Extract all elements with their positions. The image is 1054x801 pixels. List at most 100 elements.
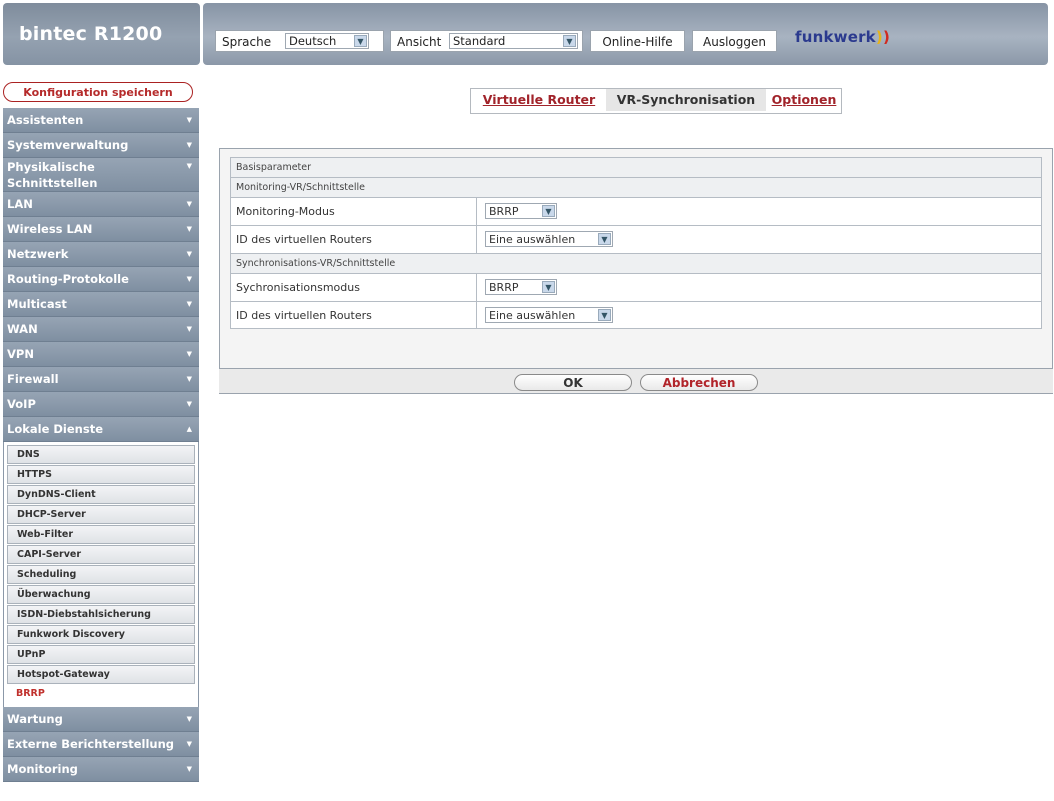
form-row: Sychronisationsmodus BRRP ▼ <box>230 273 1042 301</box>
sidebar-item-label: Netzwerk <box>7 247 69 261</box>
monitoring-router-id-label: ID des virtuellen Routers <box>236 233 372 246</box>
sidebar-item-multicast[interactable]: Multicast ▼ <box>3 292 199 317</box>
sidebar-subitem-ueberwachung[interactable]: Überwachung <box>7 585 195 604</box>
sidebar-item-systemverwaltung[interactable]: Systemverwaltung ▼ <box>3 133 199 158</box>
sidebar-item-assistenten[interactable]: Assistenten ▼ <box>3 108 199 133</box>
brand-name: funkwerk <box>795 28 876 46</box>
sidebar-item-label: Wartung <box>7 712 63 726</box>
save-configuration-button[interactable]: Konfiguration speichern <box>3 82 193 102</box>
sidebar-subitem-dns[interactable]: DNS <box>7 445 195 464</box>
language-control: Sprache Deutsch ▼ <box>215 30 384 52</box>
view-label: Ansicht <box>397 35 442 49</box>
sidebar-item-label: Systemverwaltung <box>7 138 129 152</box>
sidebar-item-voip[interactable]: VoIP ▼ <box>3 392 199 417</box>
chevron-down-icon: ▼ <box>186 400 192 408</box>
sidebar-item-vpn[interactable]: VPN ▼ <box>3 342 199 367</box>
sidebar-item-wartung[interactable]: Wartung ▼ <box>3 707 199 732</box>
chevron-down-icon: ▼ <box>186 225 192 233</box>
online-help-button[interactable]: Online-Hilfe <box>590 30 685 52</box>
sidebar-item-label: LAN <box>7 197 33 211</box>
sidebar-subitem-hotspot-gateway[interactable]: Hotspot-Gateway <box>7 665 195 684</box>
sidebar-item-firewall[interactable]: Firewall ▼ <box>3 367 199 392</box>
sidebar-subitem-funkwork-discovery[interactable]: Funkwork Discovery <box>7 625 195 644</box>
tab-virtuelle-router[interactable]: Virtuelle Router <box>477 89 601 111</box>
header: bintec R1200 Sprache Deutsch ▼ Ansicht S… <box>0 0 1054 70</box>
sidebar-subitem-web-filter[interactable]: Web-Filter <box>7 525 195 544</box>
sidebar-item-label: Physikalische Schnittstellen <box>7 160 98 190</box>
sidebar-nav: Assistenten ▼ Systemverwaltung ▼ Physikali… <box>3 108 199 782</box>
sidebar-item-label: Firewall <box>7 372 59 386</box>
chevron-down-icon: ▼ <box>186 715 192 723</box>
chevron-down-icon: ▼ <box>186 765 192 773</box>
chevron-down-icon: ▼ <box>542 205 555 217</box>
section-header: Synchronisations-VR/Schnittstelle <box>230 253 1042 273</box>
sidebar-item-label: Lokale Dienste <box>7 422 103 436</box>
monitoring-router-id-select[interactable]: Eine auswählen ▼ <box>485 231 613 247</box>
chevron-down-icon: ▼ <box>186 300 192 308</box>
sync-router-id-value: Eine auswählen <box>489 309 576 322</box>
tab-vr-synchronisation[interactable]: VR-Synchronisation <box>606 89 766 111</box>
sidebar-item-routing-protokolle[interactable]: Routing-Protokolle ▼ <box>3 267 199 292</box>
sidebar-item-wireless-lan[interactable]: Wireless LAN ▼ <box>3 217 199 242</box>
language-value: Deutsch <box>289 34 337 48</box>
form-row: Monitoring-Modus BRRP ▼ <box>230 197 1042 225</box>
sidebar-item-lan[interactable]: LAN ▼ <box>3 192 199 217</box>
tab-optionen[interactable]: Optionen <box>769 89 839 111</box>
sidebar-subitem-upnp[interactable]: UPnP <box>7 645 195 664</box>
sidebar-subitem-https[interactable]: HTTPS <box>7 465 195 484</box>
form-value-cell: Eine auswählen ▼ <box>476 226 1042 253</box>
brrp-sync-form: Basisparameter Monitoring-VR/Schnittstel… <box>230 157 1042 329</box>
sidebar-subitem-dyndns-client[interactable]: DynDNS-Client <box>7 485 195 504</box>
product-name: bintec R1200 <box>19 23 163 45</box>
chevron-down-icon: ▼ <box>186 250 192 258</box>
monitoring-mode-label: Monitoring-Modus <box>236 205 335 218</box>
view-value: Standard <box>453 34 506 48</box>
sidebar-subitem-brrp[interactable]: BRRP <box>7 685 195 704</box>
product-logo-area: bintec R1200 <box>3 3 200 65</box>
sidebar-subitem-capi-server[interactable]: CAPI-Server <box>7 545 195 564</box>
chevron-down-icon: ▼ <box>598 233 611 245</box>
chevron-down-icon: ▼ <box>186 162 192 170</box>
chevron-up-icon: ▲ <box>186 425 192 433</box>
signal-icon: ) <box>875 28 883 46</box>
sidebar-item-label: Monitoring <box>7 762 78 776</box>
form-row: ID des virtuellen Routers Eine auswählen… <box>230 301 1042 329</box>
sync-mode-select[interactable]: BRRP ▼ <box>485 279 557 295</box>
sidebar-item-physikalische-schnittstellen[interactable]: Physikalische Schnittstellen ▼ <box>3 158 199 192</box>
sidebar-subitem-isdn-diebstahlsicherung[interactable]: ISDN-Diebstahlsicherung <box>7 605 195 624</box>
chevron-down-icon: ▼ <box>186 200 192 208</box>
ok-button[interactable]: OK <box>514 374 632 391</box>
sidebar-item-label: WAN <box>7 322 38 336</box>
chevron-down-icon: ▼ <box>354 35 367 47</box>
view-select[interactable]: Standard ▼ <box>449 33 578 49</box>
sidebar-item-label: VPN <box>7 347 34 361</box>
sidebar-subitem-dhcp-server[interactable]: DHCP-Server <box>7 505 195 524</box>
sync-router-id-select[interactable]: Eine auswählen ▼ <box>485 307 613 323</box>
logout-button[interactable]: Ausloggen <box>692 30 777 52</box>
section-header: Monitoring-VR/Schnittstelle <box>230 177 1042 197</box>
cancel-button[interactable]: Abbrechen <box>640 374 758 391</box>
sidebar-item-label: Routing-Protokolle <box>7 272 129 286</box>
sidebar-item-netzwerk[interactable]: Netzwerk ▼ <box>3 242 199 267</box>
tab-bar: Virtuelle Router VR-Synchronisation Opti… <box>470 88 842 114</box>
monitoring-router-id-value: Eine auswählen <box>489 233 576 246</box>
monitoring-mode-select[interactable]: BRRP ▼ <box>485 203 557 219</box>
language-select[interactable]: Deutsch ▼ <box>285 33 369 49</box>
chevron-down-icon: ▼ <box>186 141 192 149</box>
sidebar-item-externe-berichterstellung[interactable]: Externe Berichterstellung ▼ <box>3 732 199 757</box>
chevron-down-icon: ▼ <box>186 116 192 124</box>
logout-label: Ausloggen <box>703 35 766 49</box>
form-value-cell: Eine auswählen ▼ <box>476 302 1042 328</box>
form-value-cell: BRRP ▼ <box>476 274 1042 301</box>
chevron-down-icon: ▼ <box>542 281 555 293</box>
section-header: Basisparameter <box>230 157 1042 177</box>
sidebar-submenu: DNS HTTPS DynDNS-Client DHCP-Server Web-… <box>3 442 199 707</box>
sidebar-item-wan[interactable]: WAN ▼ <box>3 317 199 342</box>
signal-icon: ) <box>882 28 890 46</box>
sidebar-item-monitoring[interactable]: Monitoring ▼ <box>3 757 199 782</box>
monitoring-mode-value: BRRP <box>489 205 519 218</box>
chevron-down-icon: ▼ <box>563 35 576 47</box>
sidebar-subitem-scheduling[interactable]: Scheduling <box>7 565 195 584</box>
chevron-down-icon: ▼ <box>598 309 611 321</box>
sidebar-item-lokale-dienste[interactable]: Lokale Dienste ▲ <box>3 417 199 442</box>
